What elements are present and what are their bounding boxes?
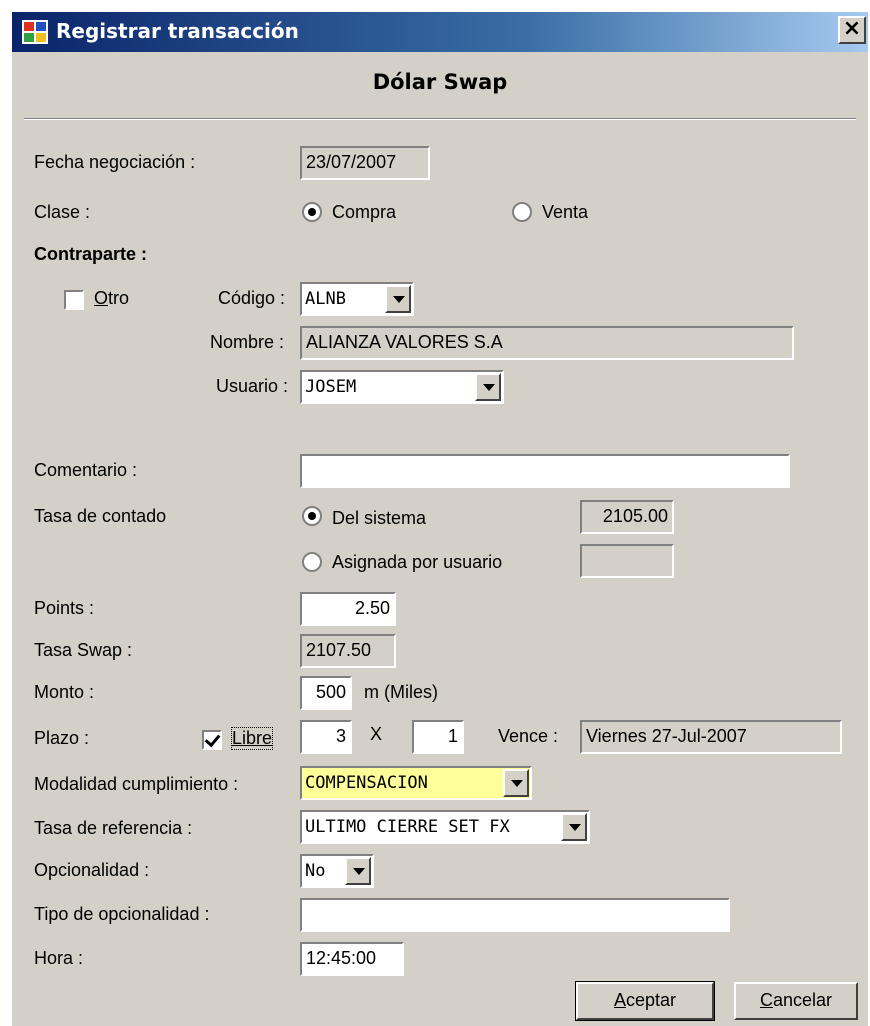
usuario-select[interactable]: JOSEM (300, 370, 504, 404)
nombre-label: Nombre : (210, 332, 285, 352)
del-sistema-field: 2105.00 (580, 500, 674, 534)
dialog-window: Registrar transacción × Dólar Swap Fecha… (10, 10, 868, 1026)
tasa-referencia-select[interactable]: ULTIMO CIERRE SET FX (300, 810, 590, 844)
venta-radio[interactable] (512, 202, 532, 222)
title-bar[interactable]: Registrar transacción × (12, 12, 868, 52)
window-title: Registrar transacción (56, 19, 299, 43)
opcionalidad-label: Opcionalidad : (34, 860, 150, 880)
nombre-field: ALIANZA VALORES S.A (300, 326, 794, 360)
tasa-contado-label: Tasa de contado (34, 506, 167, 526)
form-heading: Dólar Swap (372, 70, 508, 94)
codigo-label: Código : (218, 288, 286, 308)
aceptar-button[interactable]: Aceptar (575, 981, 715, 1021)
points-label: Points : (34, 598, 95, 618)
del-sistema-label[interactable]: Del sistema (332, 508, 426, 529)
compra-label[interactable]: Compra (332, 202, 396, 223)
libre-checkbox[interactable] (202, 730, 222, 750)
plazo-n2-input[interactable]: 1 (412, 720, 464, 754)
contraparte-label: Contraparte : (34, 244, 148, 264)
codigo-select[interactable]: ALNB (300, 282, 414, 316)
chevron-down-icon[interactable] (345, 857, 371, 885)
tasa-swap-field: 2107.50 (300, 634, 396, 668)
opcionalidad-value: No (305, 861, 326, 881)
fecha-field: 23/07/2007 (300, 146, 430, 180)
asignada-radio[interactable] (302, 552, 322, 572)
clase-label: Clase : (34, 202, 91, 222)
asignada-label[interactable]: Asignada por usuario (332, 552, 502, 573)
hora-label: Hora : (34, 948, 84, 968)
plazo-n1-input[interactable]: 3 (300, 720, 352, 754)
hora-input[interactable]: 12:45:00 (300, 942, 404, 976)
otro-label[interactable]: Otro (94, 288, 129, 309)
compra-radio[interactable] (302, 202, 322, 222)
close-icon[interactable]: × (838, 16, 866, 44)
fecha-label: Fecha negociación : (34, 152, 196, 172)
tasa-swap-label: Tasa Swap : (34, 640, 133, 660)
chevron-down-icon[interactable] (503, 769, 529, 797)
monto-unit: m (Miles) (364, 682, 438, 702)
cancelar-button[interactable]: Cancelar (734, 982, 858, 1020)
chevron-down-icon[interactable] (475, 373, 501, 401)
points-input[interactable]: 2.50 (300, 592, 396, 626)
tipo-opcionalidad-input[interactable] (300, 898, 730, 932)
modalidad-label: Modalidad cumplimiento : (34, 774, 239, 794)
monto-input[interactable]: 500 (300, 676, 352, 710)
chevron-down-icon[interactable] (385, 285, 411, 313)
tasa-referencia-value: ULTIMO CIERRE SET FX (305, 817, 510, 837)
del-sistema-radio[interactable] (302, 506, 322, 526)
opcionalidad-select[interactable]: No (300, 854, 374, 888)
monto-label: Monto : (34, 682, 95, 702)
otro-checkbox[interactable] (64, 290, 84, 310)
usuario-label: Usuario : (216, 376, 289, 396)
codigo-value: ALNB (305, 289, 346, 309)
modalidad-select[interactable]: COMPENSACION (300, 766, 532, 800)
usuario-value: JOSEM (305, 377, 357, 397)
chevron-down-icon[interactable] (561, 813, 587, 841)
libre-label[interactable]: Libre (230, 727, 274, 750)
asignada-field (580, 544, 674, 578)
plazo-label: Plazo : (34, 728, 90, 748)
tipo-opcionalidad-label: Tipo de opcionalidad : (34, 904, 210, 924)
vence-field: Viernes 27-Jul-2007 (580, 720, 842, 754)
comentario-label: Comentario : (34, 460, 138, 480)
tasa-referencia-label: Tasa de referencia : (34, 818, 193, 838)
plazo-x-label: X (370, 724, 383, 744)
comentario-input[interactable] (300, 454, 790, 488)
app-icon (22, 20, 48, 44)
separator (24, 118, 856, 120)
modalidad-value: COMPENSACION (305, 773, 428, 793)
vence-label: Vence : (498, 726, 559, 746)
venta-label[interactable]: Venta (542, 202, 588, 223)
